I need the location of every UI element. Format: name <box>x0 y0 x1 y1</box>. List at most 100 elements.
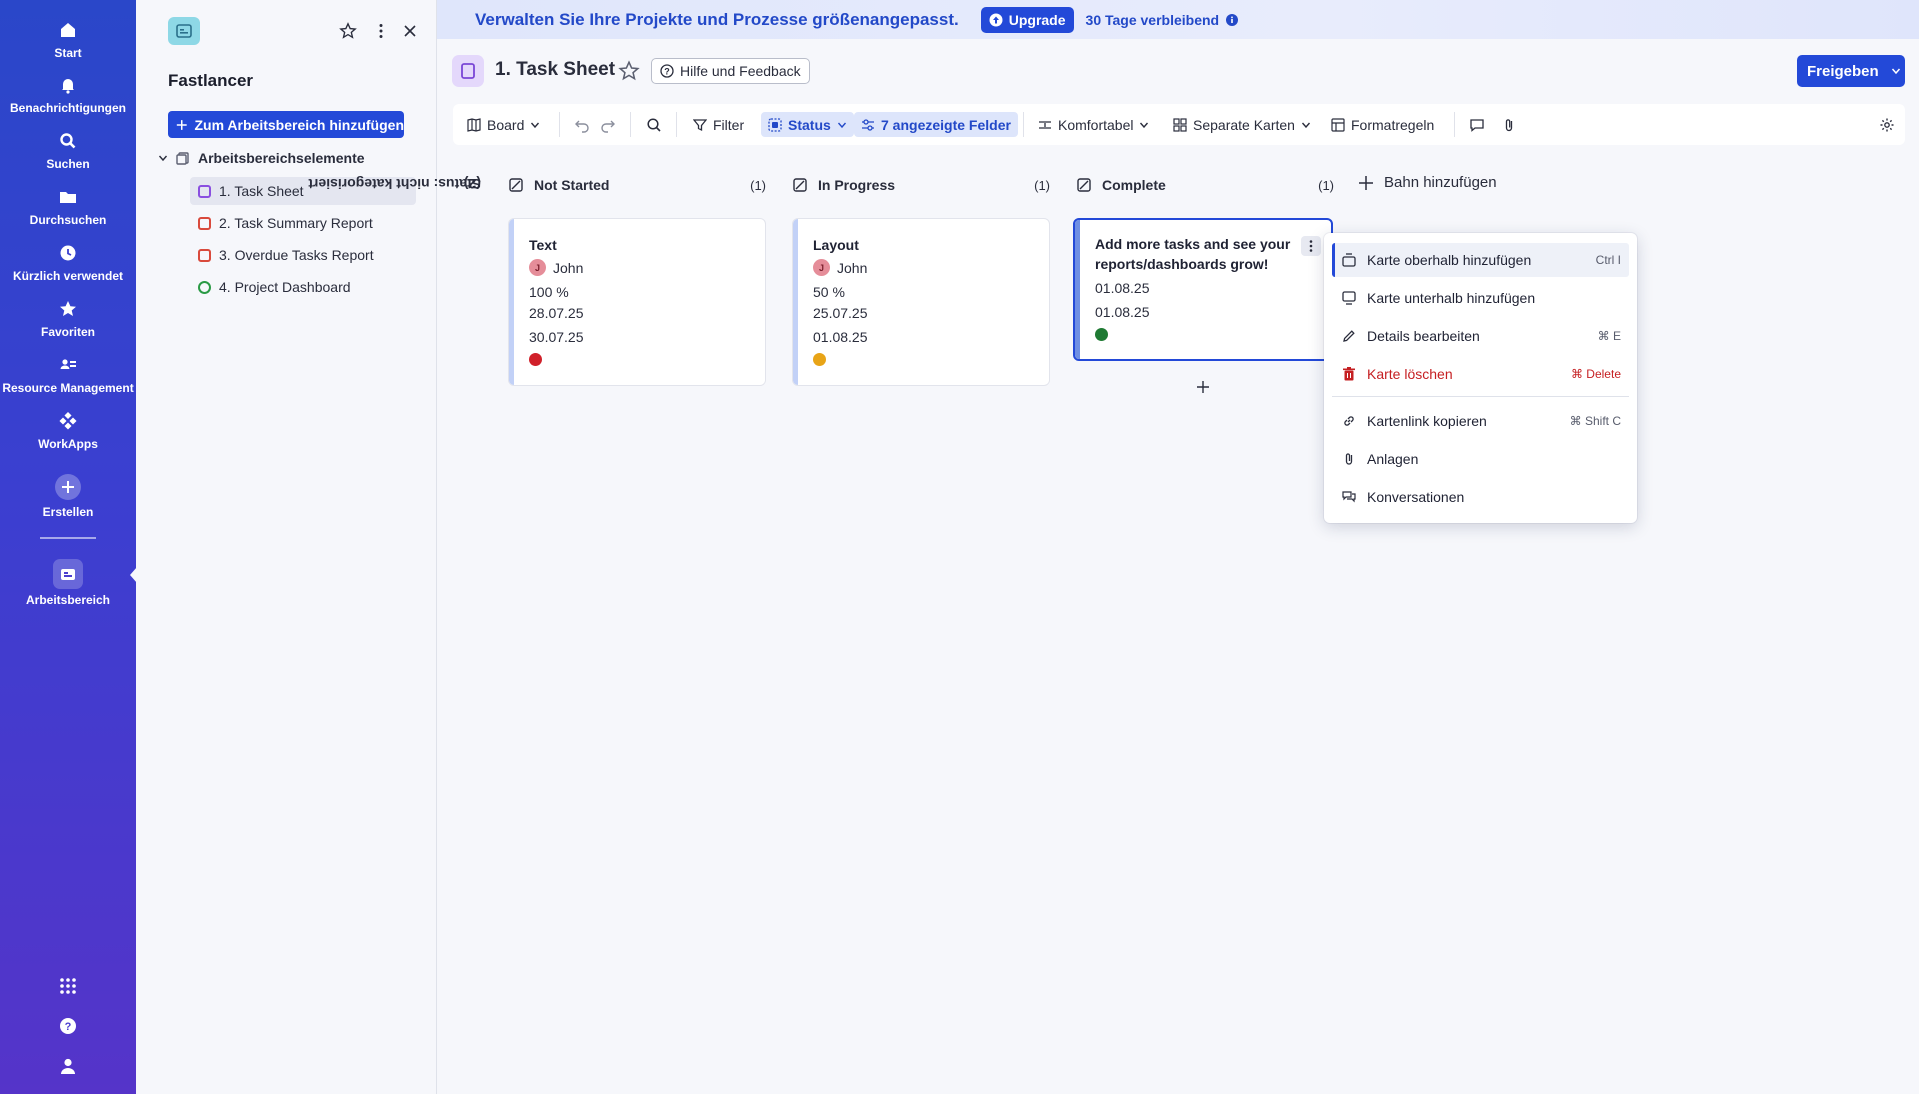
add-card-icon[interactable] <box>1196 380 1210 394</box>
comments-icon[interactable] <box>1469 104 1485 145</box>
rail-item-recent[interactable]: Kürzlich verwendet <box>0 243 136 283</box>
menu-item-edit-details[interactable]: Details bearbeiten ⌘ E <box>1332 319 1629 353</box>
apps-grid-icon[interactable] <box>58 976 78 996</box>
workspace-title: Fastlancer <box>168 71 254 90</box>
close-icon[interactable] <box>401 22 419 40</box>
displayed-fields-button[interactable]: 7 angezeigte Felder <box>854 112 1018 137</box>
column-header-complete[interactable]: Complete (1) <box>1076 174 1334 196</box>
insert-above-icon <box>1342 253 1356 267</box>
rail-item-search[interactable]: Suchen <box>0 131 136 171</box>
undo-icon[interactable] <box>574 104 590 145</box>
clock-icon <box>58 243 78 263</box>
column-title: Complete <box>1102 177 1166 193</box>
menu-item-label: Karte oberhalb hinzufügen <box>1367 252 1532 268</box>
card-title: Add more tasks and see your reports/dash… <box>1095 236 1291 272</box>
workspace-panel: Fastlancer Zum Arbeitsbereich hinzufügen… <box>136 0 437 1094</box>
favorite-star-icon[interactable] <box>618 60 640 82</box>
card-context-menu: Karte oberhalb hinzufügen Ctrl I Karte u… <box>1324 233 1637 523</box>
add-lane-button[interactable]: Bahn hinzufügen <box>1358 174 1497 191</box>
card-layout-button[interactable]: Separate Karten <box>1173 104 1311 145</box>
pencil-icon <box>1343 330 1355 342</box>
rail-item-browse[interactable]: Durchsuchen <box>0 187 136 227</box>
status-group-button[interactable]: Status <box>761 112 854 137</box>
format-rules-button[interactable]: Formatregeln <box>1331 104 1434 145</box>
menu-item-delete-card[interactable]: Karte löschen ⌘ Delete <box>1332 357 1629 391</box>
sheet-title[interactable]: 1. Task Sheet <box>495 59 615 81</box>
toolbar: Board Filter Status 7 angezeigte Felder … <box>453 104 1905 145</box>
menu-item-copy-card-link[interactable]: Kartenlink kopieren ⌘ Shift C <box>1332 404 1629 438</box>
card-menu-button[interactable] <box>1301 236 1321 256</box>
upgrade-label: Upgrade <box>1008 11 1066 28</box>
toolbar-divider <box>1023 112 1024 137</box>
toolbar-divider <box>630 112 631 137</box>
workspace-item-label: 2. Task Summary Report <box>219 215 373 231</box>
workspace-button[interactable] <box>53 559 83 589</box>
assignee-name: John <box>553 259 584 276</box>
create-button[interactable] <box>55 474 81 500</box>
menu-item-conversations[interactable]: Konversationen <box>1332 480 1629 514</box>
workspace-item-project-dashboard[interactable]: 4. Project Dashboard <box>190 273 416 301</box>
column-header-not-started[interactable]: Not Started (1) <box>508 174 766 196</box>
nav-rail: Start Benachrichtigungen Suchen Durchsuc… <box>0 0 137 1094</box>
chevron-down-icon <box>158 155 168 162</box>
rail-item-favorites[interactable]: Favoriten <box>0 299 136 339</box>
chevron-down-icon[interactable] <box>1891 66 1901 76</box>
task-card-text[interactable]: Text J John 100 % 28.07.25 30.07.25 <box>508 218 766 386</box>
report-icon <box>198 248 211 262</box>
workspace-item-overdue-tasks-report[interactable]: 3. Overdue Tasks Report <box>190 241 416 269</box>
workspace-section-toggle[interactable]: Arbeitsbereichselemente <box>158 150 365 166</box>
workspace-item-label: 3. Overdue Tasks Report <box>219 247 374 263</box>
menu-shortcut: ⌘ Delete <box>1570 367 1621 381</box>
task-card-layout[interactable]: Layout J John 50 % 25.07.25 01.08.25 <box>792 218 1050 386</box>
favorite-star-icon[interactable] <box>339 22 357 40</box>
settings-gear-icon[interactable] <box>1879 104 1895 145</box>
status-group-label: Status <box>788 116 831 133</box>
card-start-date: 25.07.25 <box>813 305 868 321</box>
trash-icon <box>1343 367 1355 381</box>
menu-item-attachments[interactable]: Anlagen <box>1332 442 1629 476</box>
redo-icon[interactable] <box>600 104 616 145</box>
upgrade-button[interactable]: Upgrade <box>980 6 1074 33</box>
workspace-item-task-summary-report[interactable]: 2. Task Summary Report <box>190 209 416 237</box>
task-card-add-more-tasks[interactable]: Add more tasks and see your reports/dash… <box>1073 218 1333 361</box>
column-header-in-progress[interactable]: In Progress (1) <box>792 174 1050 196</box>
filter-button[interactable]: Filter <box>693 104 744 145</box>
search-icon[interactable] <box>646 104 662 145</box>
chevron-down-icon <box>1301 122 1310 128</box>
help-feedback-label: Hilfe und Feedback <box>680 63 801 79</box>
menu-item-label: Kartenlink kopieren <box>1367 413 1487 429</box>
rail-label: Resource Management <box>2 381 134 395</box>
svg-text:?: ? <box>664 66 670 76</box>
rail-item-start[interactable]: Start <box>0 20 136 60</box>
attachments-icon[interactable] <box>1501 104 1517 145</box>
card-accent-bar <box>509 219 514 385</box>
trial-days-label: 30 Tage verbleibend <box>1085 11 1220 28</box>
column-title: Not Started <box>534 177 610 193</box>
more-options-icon[interactable] <box>372 22 390 40</box>
swimlane-label[interactable]: Status: nicht kategorisiert (2) <box>308 176 484 388</box>
rail-item-notifications[interactable]: Benachrichtigungen <box>0 75 136 115</box>
plus-icon <box>1359 175 1373 190</box>
banner-message: Verwalten Sie Ihre Projekte und Prozesse… <box>475 9 959 29</box>
menu-item-add-card-below[interactable]: Karte unterhalb hinzufügen <box>1332 281 1629 315</box>
column-status-icon <box>1077 178 1091 192</box>
row-height-button[interactable]: Komfortabel <box>1038 104 1149 145</box>
chevron-down-icon <box>837 122 846 128</box>
view-switcher-board[interactable]: Board <box>467 104 540 145</box>
rail-item-resource-management[interactable]: Resource Management <box>0 355 136 395</box>
link-icon <box>1344 416 1354 426</box>
format-rules-icon <box>1331 117 1345 132</box>
add-to-workspace-button[interactable]: Zum Arbeitsbereich hinzufügen <box>168 111 404 138</box>
help-feedback-button[interactable]: ? Hilfe und Feedback <box>651 58 810 84</box>
user-profile-icon[interactable] <box>58 1056 78 1076</box>
fields-icon <box>862 118 874 131</box>
row-height-icon <box>1039 120 1051 129</box>
question-circle-icon: ? <box>660 64 674 78</box>
insert-below-icon <box>1342 291 1356 305</box>
rail-item-workapps[interactable]: WorkApps <box>0 411 136 451</box>
menu-item-add-card-above[interactable]: Karte oberhalb hinzufügen Ctrl I <box>1332 243 1629 277</box>
share-button[interactable]: Freigeben <box>1797 55 1905 87</box>
info-icon[interactable] <box>1226 13 1239 26</box>
help-icon[interactable]: ? <box>58 1016 78 1036</box>
svg-text:?: ? <box>65 1021 72 1033</box>
